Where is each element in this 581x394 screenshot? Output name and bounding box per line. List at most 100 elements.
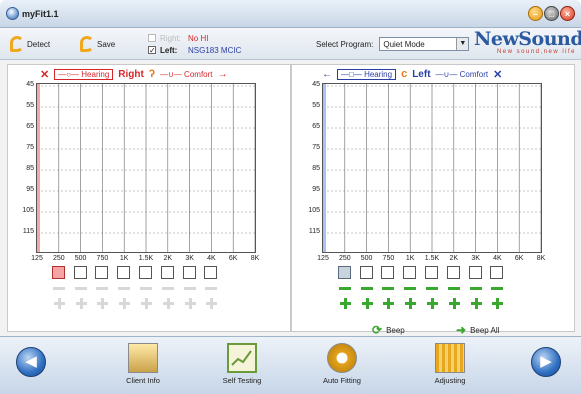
right-audiogram-plot[interactable] (36, 83, 256, 253)
increase-icon[interactable] (184, 298, 196, 309)
left-audiogram-plot[interactable] (322, 83, 542, 253)
window-title: myFit1.1 (22, 9, 59, 19)
decrease-icon[interactable] (491, 287, 504, 290)
right-comfort-label: Comfort (184, 69, 213, 79)
ear-accent-bar (323, 84, 326, 252)
freq-box[interactable] (182, 266, 196, 279)
decrease-icon[interactable] (183, 287, 196, 290)
x-tick-label: 1.5K (138, 255, 154, 262)
freq-box[interactable] (139, 266, 152, 279)
increase-icon[interactable] (383, 298, 395, 309)
beep-icon: ⟳ (372, 323, 383, 337)
save-button[interactable]: Save (80, 35, 115, 53)
decrease-icon[interactable] (74, 287, 87, 290)
freq-box[interactable] (490, 266, 504, 279)
x-tick-label: 250 (338, 255, 351, 262)
left-device-checkbox[interactable]: ✓ (148, 46, 156, 55)
decrease-icon[interactable] (96, 287, 109, 290)
increase-icon[interactable] (206, 298, 218, 309)
decrease-icon[interactable] (404, 287, 417, 290)
y-tick-label: 95 (312, 186, 320, 193)
minimize-icon[interactable]: – (528, 6, 543, 21)
x-tick-label: 250 (52, 255, 65, 262)
freq-box[interactable] (425, 266, 438, 279)
left-ear-icon: ϲ (401, 68, 408, 80)
right-legend: ✕ —○— Hearing Right ʔ —∪— Comfort → (40, 67, 228, 81)
back-arrow-icon[interactable]: ◀ (16, 347, 46, 377)
nav-self-testing[interactable]: Self Testing (212, 343, 272, 385)
left-close-icon[interactable]: ✕ (493, 68, 502, 81)
y-tick-label: 115 (308, 228, 320, 235)
ear-accent-bar (37, 84, 40, 252)
freq-box[interactable] (359, 266, 373, 279)
beep-button[interactable]: ⟳ Beep (372, 323, 405, 337)
decrease-icon[interactable] (426, 287, 438, 290)
beep-all-button[interactable]: ➜ Beep All (456, 323, 499, 337)
forward-arrow-icon[interactable]: ▶ (531, 347, 561, 377)
device-status: Right: No HI ✓ Left: NSG183 MCIC (148, 32, 241, 56)
increase-icon[interactable] (427, 298, 438, 309)
increase-icon[interactable] (339, 298, 351, 309)
y-tick-label: 95 (26, 186, 34, 193)
decrease-icon[interactable] (469, 287, 482, 290)
decrease-icon[interactable] (52, 287, 65, 290)
increase-icon[interactable] (492, 298, 504, 309)
left-comfort-legend[interactable]: —∪— Comfort (436, 70, 489, 79)
right-hearing-legend[interactable]: —○— Hearing (54, 68, 114, 80)
program-select[interactable]: Quiet Mode ▼ (379, 37, 470, 51)
nav-client-info[interactable]: Client Info (113, 343, 173, 385)
y-tick-label: 115 (22, 228, 34, 235)
left-hearing-legend[interactable]: —□— Hearing (337, 68, 397, 80)
increase-icon[interactable] (141, 298, 152, 309)
freq-box[interactable] (204, 266, 218, 279)
increase-icon[interactable] (75, 298, 87, 309)
increase-icon[interactable] (53, 298, 65, 309)
decrease-icon[interactable] (140, 287, 152, 290)
y-tick-label: 75 (312, 144, 320, 151)
y-tick-label: 105 (308, 207, 320, 214)
freq-box[interactable] (51, 266, 65, 279)
increase-icon[interactable] (119, 298, 131, 309)
decrease-icon[interactable] (447, 287, 460, 290)
decrease-icon[interactable] (338, 287, 351, 290)
freq-box[interactable] (73, 266, 87, 279)
freq-box[interactable] (381, 266, 395, 279)
left-ear-label: Left (412, 68, 431, 80)
right-ear-panel: ✕ —○— Hearing Right ʔ —∪— Comfort → 45 55… (7, 64, 291, 332)
beep-label: Beep (386, 325, 405, 335)
freq-box[interactable] (446, 266, 460, 279)
x-tick-label: 4K (493, 255, 502, 262)
right-close-icon[interactable]: ✕ (40, 68, 49, 81)
increase-icon[interactable] (470, 298, 482, 309)
right-device-label: Right: (160, 33, 181, 43)
freq-box[interactable] (337, 266, 351, 279)
increase-icon[interactable] (448, 298, 460, 309)
left-arrow-icon: ← (322, 68, 332, 80)
freq-box[interactable] (117, 266, 131, 279)
nav-auto-fitting[interactable]: Auto Fitting (312, 343, 372, 385)
left-legend: ← —□— Hearing ϲ Left —∪— Comfort ✕ (322, 67, 502, 81)
freq-box[interactable] (403, 266, 417, 279)
freq-box[interactable] (468, 266, 482, 279)
save-label: Save (97, 39, 116, 49)
y-tick-label: 85 (26, 165, 34, 172)
right-comfort-legend[interactable]: —∪— Comfort (160, 70, 213, 79)
detect-button[interactable]: Detect (10, 35, 50, 53)
beep-all-icon: ➜ (456, 323, 467, 337)
decrease-icon[interactable] (118, 287, 131, 290)
increase-icon[interactable] (405, 298, 417, 309)
increase-icon[interactable] (361, 298, 373, 309)
increase-icon[interactable] (162, 298, 174, 309)
decrease-icon[interactable] (382, 287, 395, 290)
decrease-icon[interactable] (205, 287, 218, 290)
nav-adjusting[interactable]: Adjusting (420, 343, 480, 385)
maximize-icon[interactable]: □ (544, 6, 559, 21)
freq-box[interactable] (160, 266, 174, 279)
decrease-icon[interactable] (161, 287, 174, 290)
x-tick-label: 500 (360, 255, 373, 262)
increase-icon[interactable] (97, 298, 109, 309)
freq-box[interactable] (95, 266, 109, 279)
right-device-checkbox[interactable] (148, 34, 156, 42)
close-icon[interactable]: × (560, 6, 575, 21)
decrease-icon[interactable] (360, 287, 373, 290)
